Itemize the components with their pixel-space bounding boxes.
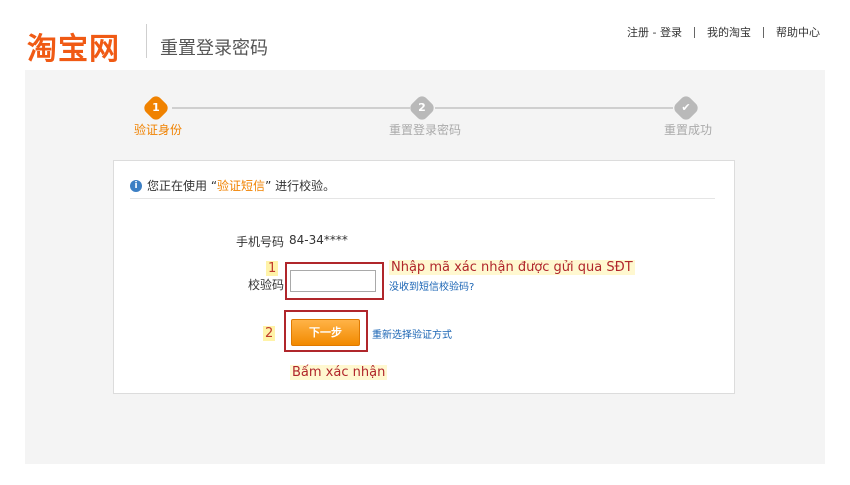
info-suffix: ” 进行校验。 — [265, 179, 336, 193]
info-message: i 您正在使用 “ 验证短信 ” 进行校验。 — [130, 177, 335, 194]
register-login-link[interactable]: 注册 - 登录 — [627, 24, 682, 40]
check-icon: ✔ — [681, 101, 691, 114]
info-method: 验证短信 — [217, 179, 266, 193]
info-icon: i — [130, 179, 142, 192]
top-nav: 注册 - 登录 我的淘宝 帮助中心 — [627, 24, 820, 40]
taobao-logo[interactable]: 淘宝网 — [27, 24, 120, 68]
annotation-number-2: 2 — [263, 326, 276, 341]
reselect-method-link[interactable]: 重新选择验证方式 — [372, 326, 452, 341]
step-2-label: 重置登录密码 — [389, 123, 462, 137]
step-1-label: 验证身份 — [134, 123, 183, 137]
step-2-number: 2 — [418, 101, 426, 114]
next-step-button[interactable]: 下一步 — [291, 319, 360, 346]
step-connector — [435, 107, 673, 109]
step-connector — [172, 107, 410, 109]
annotation-number-1: 1 — [266, 261, 279, 276]
nav-separator — [763, 26, 764, 38]
step-3-label: 重置成功 — [664, 123, 713, 137]
no-code-link[interactable]: 没收到短信校验码? — [389, 278, 474, 293]
verification-code-input[interactable] — [290, 270, 376, 292]
phone-label: 手机号码 — [236, 235, 285, 249]
verification-card — [113, 160, 735, 394]
annotation-text-1: Nhập mã xác nhận được gửi qua SĐT — [389, 260, 635, 275]
code-label: 校验码 — [248, 278, 285, 292]
header-divider — [146, 24, 147, 58]
my-taobao-link[interactable]: 我的淘宝 — [707, 24, 751, 40]
page-title: 重置登录密码 — [160, 38, 268, 59]
phone-value: 84-34**** — [289, 233, 348, 247]
nav-separator — [694, 26, 695, 38]
annotation-text-2: Bấm xác nhận — [290, 365, 388, 380]
step-1-number: 1 — [152, 101, 160, 114]
card-divider — [130, 198, 715, 199]
help-center-link[interactable]: 帮助中心 — [776, 24, 820, 40]
info-prefix: 您正在使用 “ — [147, 179, 218, 193]
